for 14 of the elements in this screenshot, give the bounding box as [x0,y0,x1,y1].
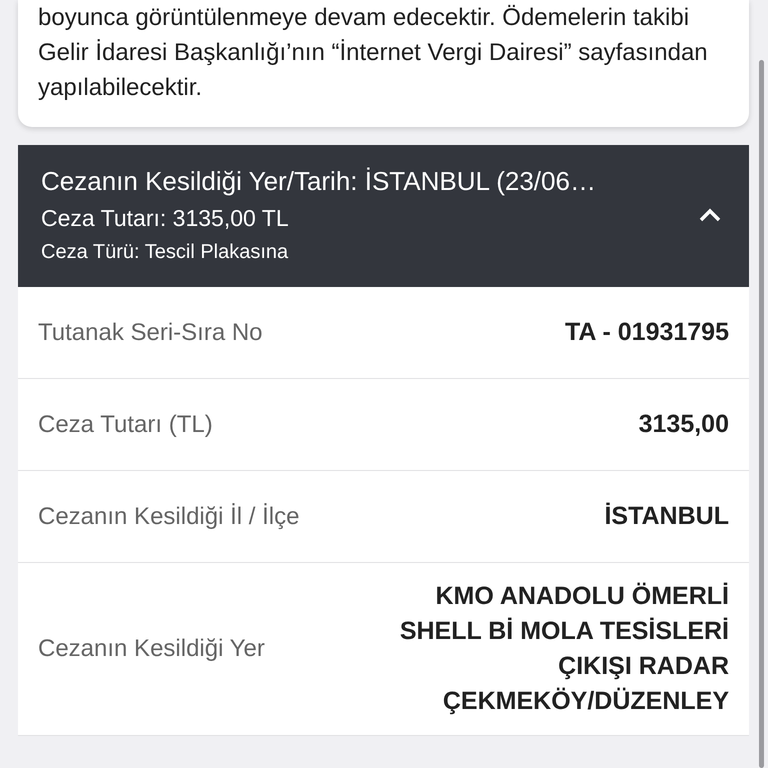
row-value: KMO ANADOLU ÖMERLİ SHELL Bİ MOLA TESİSLERİ ÇIKIŞI RADAR ÇEKMEKÖY/DÜZENLEY [398,581,729,717]
row-value: 3135,00 [638,409,729,440]
row-label: Cezanın Kesildiği İl / İlçe [38,502,300,532]
chevron-up-icon [698,207,722,223]
row-label: Cezanın Kesildiği Yer [38,634,265,664]
notice-text: boyunca görüntülenmeye devam edecektir. Ödemelerin takibi Gelir İdaresi Başkanlığı’nın “İnternet Vergi Dairesi” sayfasından yapılabilecektir. [38,3,709,103]
row-label: Ceza Tutarı (TL) [38,410,213,440]
row-value: TA - 01931795 [565,317,729,348]
penalty-title: Cezanın Kesildiği Yer/Tarih: İSTANBUL (23/06… [41,165,597,197]
penalty-type: Ceza Türü: Tescil Plakasına [41,240,290,265]
penalty-header[interactable]: Cezanın Kesildiği Yer/Tarih: İSTANBUL (23/06… Ceza Tutarı: 3135,00 TL Ceza Türü: Tescil Plakasına [18,145,749,287]
penalty-amount: Ceza Tutarı: 3135,00 TL [41,204,290,233]
row-label: Tutanak Seri-Sıra No [38,318,263,348]
row-value: İSTANBUL [604,501,729,532]
